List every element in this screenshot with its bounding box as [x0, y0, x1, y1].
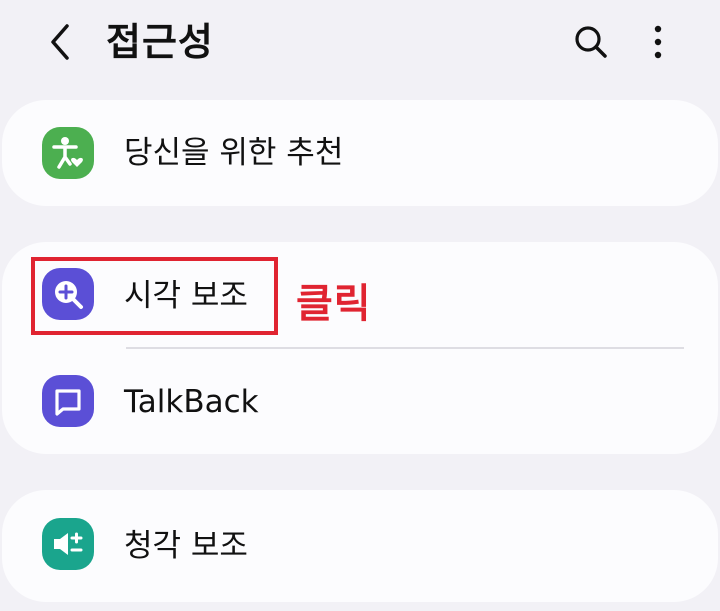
back-arrow-icon	[51, 24, 69, 60]
list-item-recommended[interactable]: 당신을 위한 추천	[2, 100, 718, 206]
settings-card-recommendations: 당신을 위한 추천	[2, 100, 718, 206]
list-item-label: 청각 보조	[124, 528, 248, 564]
more-options-icon	[654, 25, 662, 59]
list-item-label: TalkBack	[124, 384, 259, 420]
search-button[interactable]	[566, 18, 616, 66]
settings-card-hearing: 청각 보조	[2, 490, 718, 602]
speech-bubble-icon	[42, 375, 94, 427]
speaker-hearing-icon	[42, 518, 94, 570]
app-bar: 접근성	[0, 0, 720, 90]
list-item-hearing-assist[interactable]: 청각 보조	[2, 490, 718, 602]
list-item-talkback[interactable]: TalkBack	[2, 348, 718, 454]
page-title: 접근성	[106, 20, 214, 64]
search-icon	[575, 26, 607, 58]
more-options-button[interactable]	[636, 18, 680, 66]
list-item-label: 당신을 위한 추천	[124, 135, 344, 171]
click-annotation: 클릭	[296, 281, 372, 327]
accessibility-person-heart-icon	[42, 127, 94, 179]
highlight-box	[31, 257, 278, 335]
back-button[interactable]	[36, 18, 84, 66]
